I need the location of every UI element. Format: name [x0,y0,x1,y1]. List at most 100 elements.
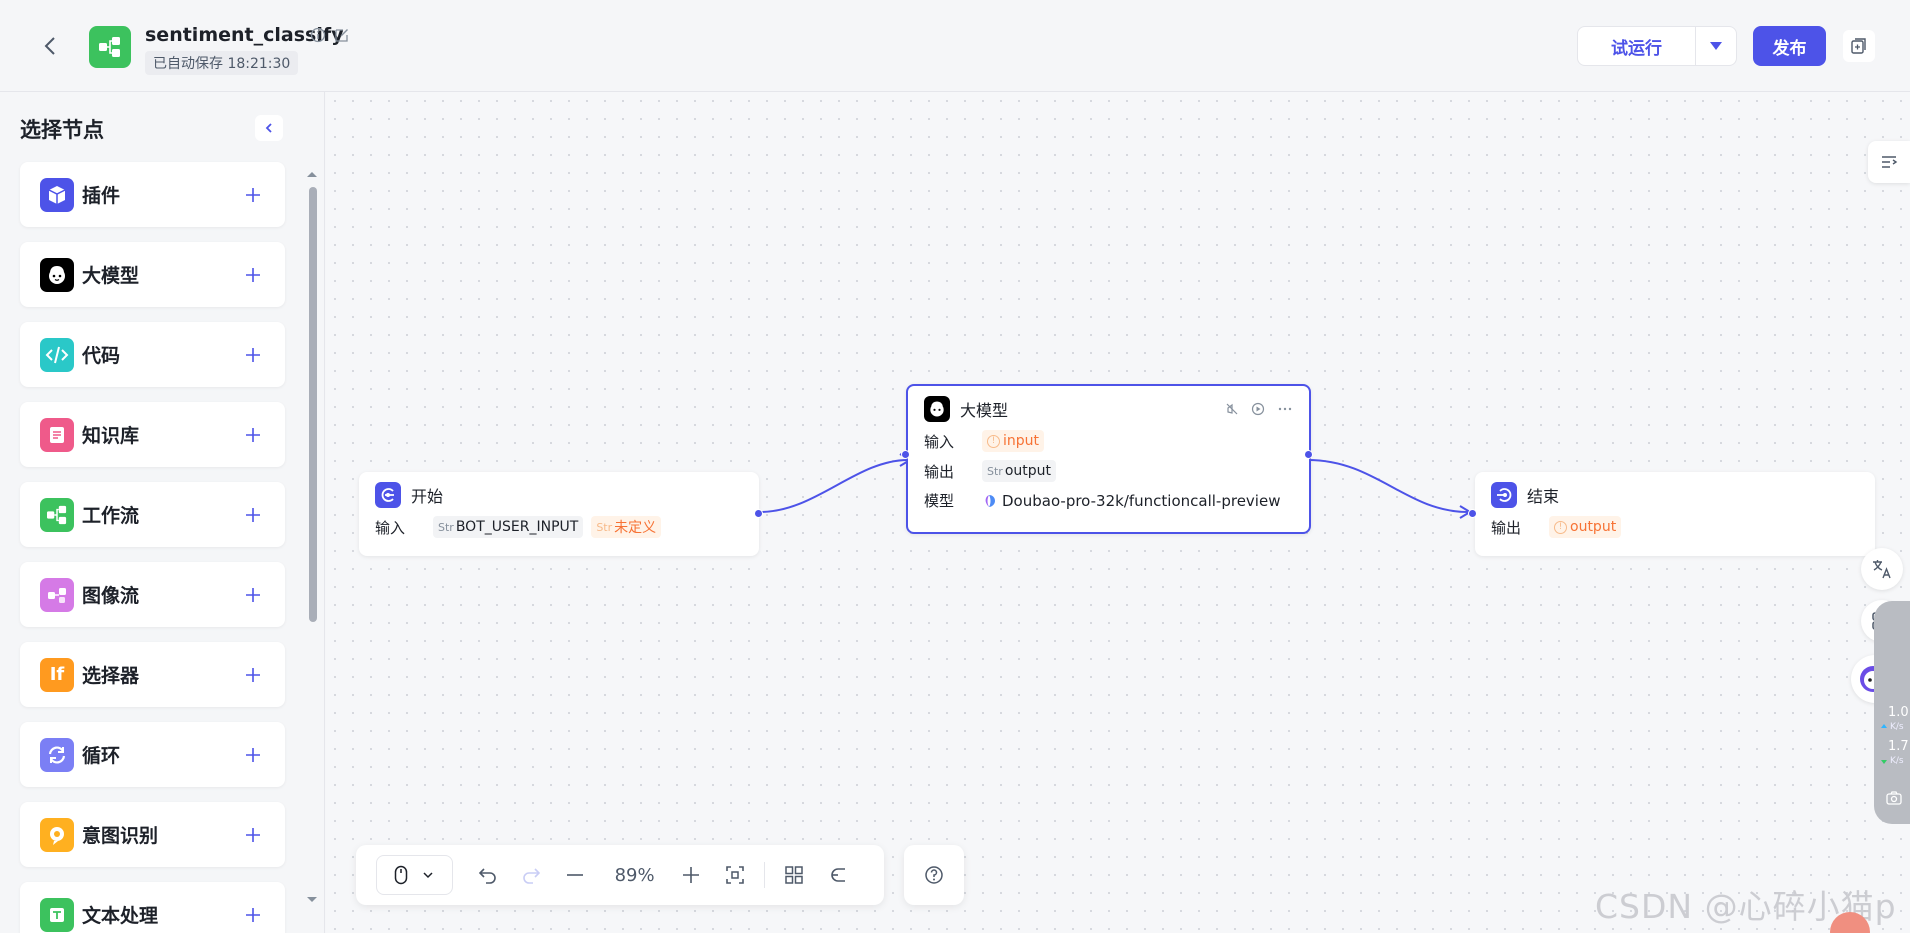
copy-button[interactable] [1843,30,1875,62]
mute-icon[interactable] [1225,402,1239,416]
download-unit: K/s [1890,756,1904,766]
node-list: 插件 大模型 代码 知识库 工作流 图像流 If 选择器 循环 意图识别 文本处… [20,162,285,933]
node-title: 大模型 [960,401,1009,420]
node-item-imageflow[interactable]: 图像流 [20,562,285,627]
node-item-llm[interactable]: 大模型 [20,242,285,307]
input-port[interactable] [1468,509,1477,518]
scroll-down-icon[interactable] [305,895,319,905]
test-run-group: 试运行 [1577,26,1737,66]
output-tag: Str output [982,460,1057,482]
workflow-icon [40,497,74,532]
test-run-dropdown[interactable] [1696,27,1736,65]
outline-icon [1882,156,1898,168]
fit-view-button[interactable] [718,857,752,893]
upload-unit: K/s [1890,722,1904,732]
zoom-in-button[interactable] [674,857,708,893]
minus-icon [566,874,583,876]
node-item-label: 插件 [82,185,121,207]
knowledge-icon [40,417,74,452]
workflow-canvas[interactable]: 开始 输入 Str BOT_USER_INPUT Str 未定义 大模型 输入 ! i… [326,92,1910,933]
end-node[interactable]: 结束 输出 ! output [1468,472,1875,556]
cube-icon [40,177,74,212]
model-label: 模型 [924,492,955,510]
chevron-left-icon [265,123,272,133]
autosave-status: 已自动保存 18:21:30 [145,51,299,75]
help-button[interactable] [904,845,964,905]
camera-icon[interactable] [1886,791,1902,805]
workflow-logo-icon [89,26,131,68]
undo-icon [478,868,496,884]
node-title: 开始 [411,487,444,506]
node-item-selector[interactable]: If 选择器 [20,642,285,707]
canvas-toolbar: 89% [356,845,884,905]
zoom-level[interactable]: 89% [601,865,668,886]
undo-button[interactable] [471,857,505,893]
divider [764,862,766,888]
node-item-text[interactable]: 文本处理 [20,882,285,933]
connector-icon [830,868,845,882]
output-tag: ! output [1549,516,1622,538]
redo-icon [523,868,541,884]
start-node[interactable]: 开始 输入 Str BOT_USER_INPUT Str 未定义 [359,472,763,556]
node-item-code[interactable]: 代码 [20,322,285,387]
if-icon: If [40,657,74,692]
edit-icon[interactable] [334,27,350,43]
scroll-thumb[interactable] [309,187,317,622]
translate-icon [1873,560,1891,579]
auto-layout-button[interactable] [777,857,811,893]
node-item-label: 图像流 [82,585,140,607]
info-icon[interactable] [310,27,326,43]
node-item-loop[interactable]: 循环 [20,722,285,787]
publish-button[interactable]: 发布 [1753,26,1826,66]
output-port[interactable] [1304,450,1313,459]
node-item-label: 知识库 [82,425,140,447]
interaction-mode-select[interactable] [376,855,453,895]
param-tag: Str BOT_USER_INPUT [433,516,584,538]
node-item-label: 循环 [82,745,121,767]
arrow-down-icon [1881,760,1887,764]
node-item-workflow[interactable]: 工作流 [20,482,285,547]
plus-icon [683,867,700,883]
plus-icon[interactable] [241,263,265,287]
node-sidebar: 选择节点 插件 大模型 代码 知识库 工作流 图像流 If 选择器 循环 意图识… [0,92,325,933]
node-title: 结束 [1527,487,1560,506]
plus-icon[interactable] [241,423,265,447]
plus-icon[interactable] [241,823,265,847]
plus-icon[interactable] [241,903,265,927]
undefined-tag: Str 未定义 [591,516,662,538]
help-icon [925,866,943,884]
output-port[interactable] [754,509,763,518]
test-run-button[interactable]: 试运行 [1578,27,1696,65]
node-item-intent[interactable]: 意图识别 [20,802,285,867]
back-button[interactable] [36,32,64,60]
sidebar-scrollbar[interactable] [305,167,319,907]
plus-icon[interactable] [241,583,265,607]
panel-toggle-button[interactable] [1868,141,1910,183]
download-speed: 1.7 [1888,739,1909,754]
model-value: Doubao-pro-32k/functioncall-preview [1002,491,1281,510]
input-tag: ! input [982,430,1045,452]
plus-icon[interactable] [241,343,265,367]
run-node-icon[interactable] [1251,402,1265,416]
imageflow-icon [40,577,74,612]
llm-node[interactable]: 大模型 输入 ! input 输出 Str output 模型 Doubao-pro… [901,384,1313,534]
plus-icon[interactable] [241,663,265,687]
node-item-plugin[interactable]: 插件 [20,162,285,227]
plus-icon[interactable] [241,503,265,527]
upload-speed: 1.0 [1888,705,1909,720]
comment-button[interactable] [820,857,854,893]
input-label: 输入 [924,432,955,451]
translate-button[interactable] [1861,548,1903,590]
zoom-out-button[interactable] [558,857,592,893]
sidebar-collapse-button[interactable] [255,115,283,141]
llm-face-icon [924,396,950,422]
plus-icon[interactable] [241,743,265,767]
input-port[interactable] [901,450,910,459]
redo-button[interactable] [514,857,548,893]
scroll-up-icon[interactable] [305,169,319,179]
plus-icon[interactable] [241,183,265,207]
more-icon[interactable] [1277,402,1293,416]
node-item-knowledge[interactable]: 知识库 [20,402,285,467]
output-label: 输出 [924,462,955,481]
chevron-down-icon [423,872,433,879]
